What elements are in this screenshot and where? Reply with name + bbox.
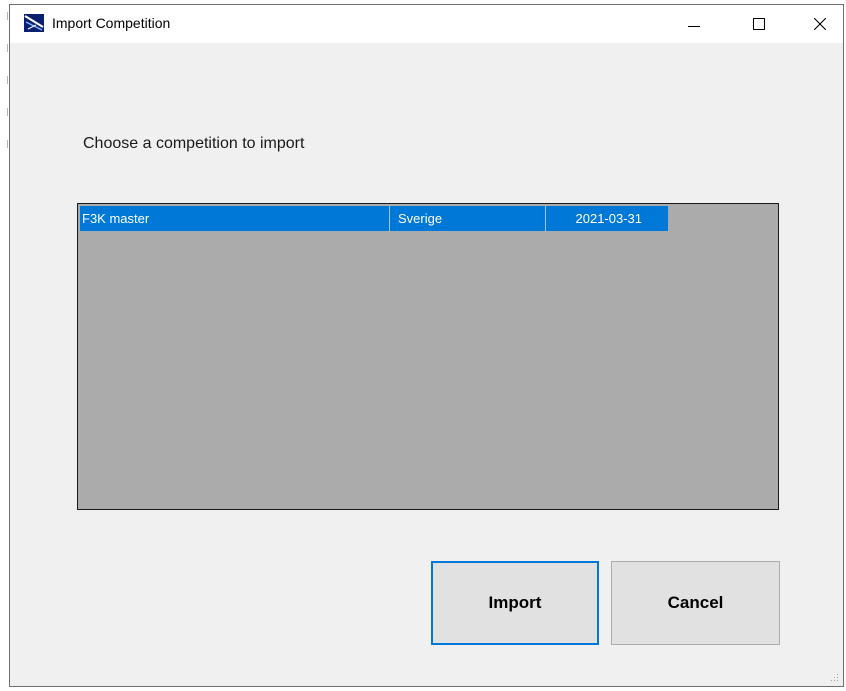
minimize-icon: [688, 26, 700, 27]
import-competition-dialog: Import Competition Choose a competition …: [9, 4, 844, 687]
app-icon: [24, 14, 44, 32]
edge-tick: [7, 108, 8, 116]
resize-grip-icon[interactable]: [829, 672, 839, 682]
import-button[interactable]: Import: [431, 561, 599, 645]
edge-tick: [7, 12, 8, 20]
window-title: Import Competition: [52, 15, 171, 31]
edge-tick: [7, 76, 8, 84]
competition-name-cell[interactable]: F3K master: [80, 206, 390, 231]
title-bar[interactable]: Import Competition: [10, 5, 843, 43]
maximize-icon: [753, 18, 765, 30]
edge-tick: [7, 44, 8, 52]
competition-country-cell[interactable]: Sverige: [390, 206, 546, 231]
choose-competition-label: Choose a competition to import: [83, 135, 305, 152]
edge-tick: [7, 140, 8, 148]
competition-row[interactable]: F3K master Sverige 2021-03-31: [80, 206, 668, 231]
cancel-button[interactable]: Cancel: [611, 561, 780, 645]
close-button[interactable]: [797, 5, 843, 43]
competition-date-cell[interactable]: 2021-03-31: [546, 206, 668, 231]
minimize-button[interactable]: [671, 5, 717, 43]
maximize-button[interactable]: [736, 5, 782, 43]
close-icon: [814, 18, 826, 30]
competition-list[interactable]: F3K master Sverige 2021-03-31: [77, 203, 779, 510]
